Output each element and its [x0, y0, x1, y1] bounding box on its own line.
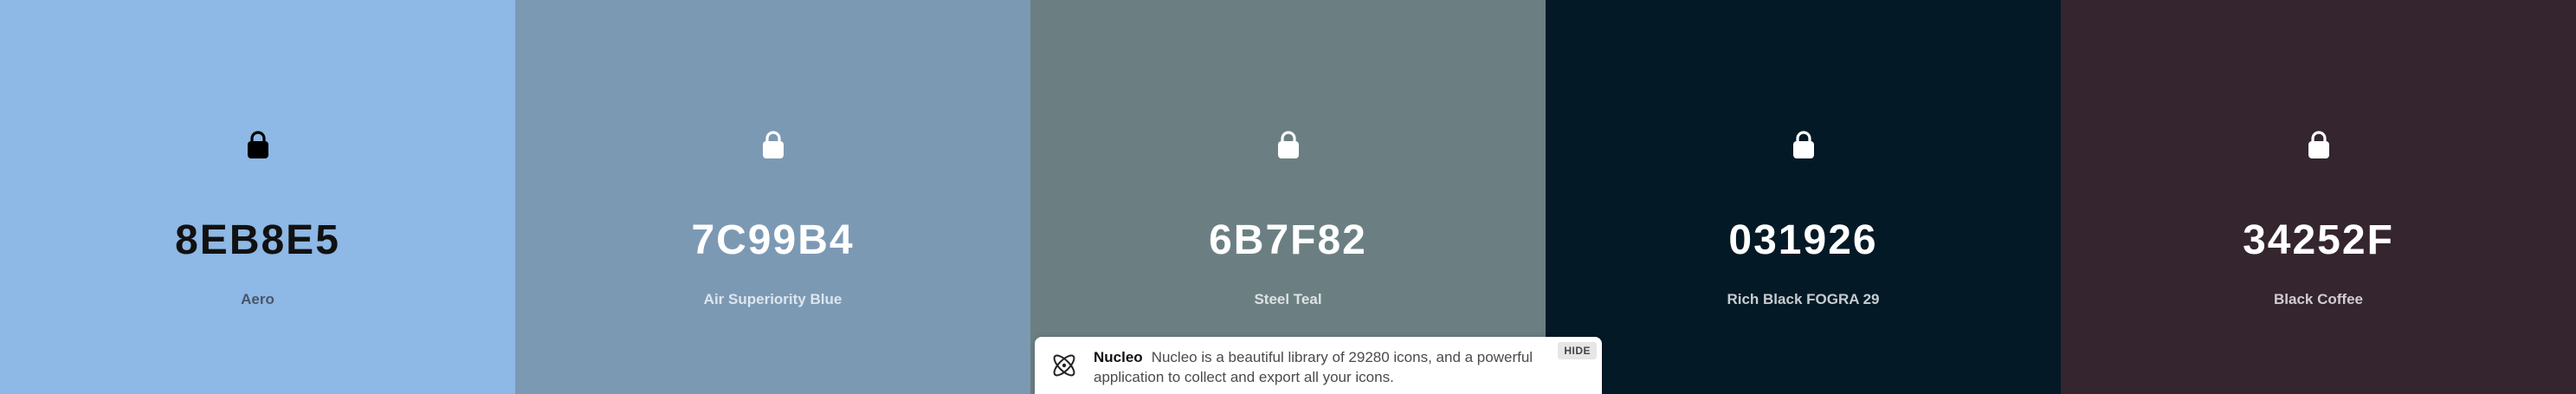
- promo-banner[interactable]: Nucleo Nucleo is a beautiful library of 2…: [1035, 337, 1602, 394]
- hex-code[interactable]: 6B7F82: [1030, 215, 1546, 267]
- swatch-3[interactable]: 6B7F82 Steel Teal: [1030, 0, 1546, 394]
- color-name: Air Superiority Blue: [703, 291, 843, 307]
- color-name: Steel Teal: [1254, 291, 1322, 307]
- banner-text: Nucleo Nucleo is a beautiful library of 2…: [1094, 347, 1553, 387]
- lock-icon[interactable]: [760, 130, 786, 159]
- atom-icon: [1049, 350, 1080, 381]
- swatch-4[interactable]: 031926 Rich Black FOGRA 29: [1546, 0, 2061, 394]
- hex-code[interactable]: 8EB8E5: [0, 215, 515, 267]
- banner-message: Nucleo is a beautiful library of 29280 i…: [1094, 349, 1533, 385]
- color-name: Black Coffee: [2274, 291, 2363, 307]
- lock-icon[interactable]: [1791, 130, 1817, 159]
- swatch-2[interactable]: 7C99B4 Air Superiority Blue: [515, 0, 1030, 394]
- swatch-5[interactable]: 34252F Black Coffee: [2061, 0, 2576, 394]
- hide-button[interactable]: HIDE: [1558, 342, 1597, 359]
- lock-icon[interactable]: [1275, 130, 1301, 159]
- lock-icon[interactable]: [2306, 130, 2332, 159]
- hex-code[interactable]: 7C99B4: [515, 215, 1030, 267]
- hex-code[interactable]: 031926: [1546, 215, 2061, 267]
- color-palette: 8EB8E5 Aero 7C99B4 Air Superiority Blue …: [0, 0, 2576, 394]
- lock-icon[interactable]: [245, 130, 271, 159]
- banner-brand: Nucleo: [1094, 349, 1143, 365]
- color-name: Aero: [241, 291, 274, 307]
- swatch-1[interactable]: 8EB8E5 Aero: [0, 0, 515, 394]
- hex-code[interactable]: 34252F: [2061, 215, 2576, 267]
- color-name: Rich Black FOGRA 29: [1727, 291, 1880, 307]
